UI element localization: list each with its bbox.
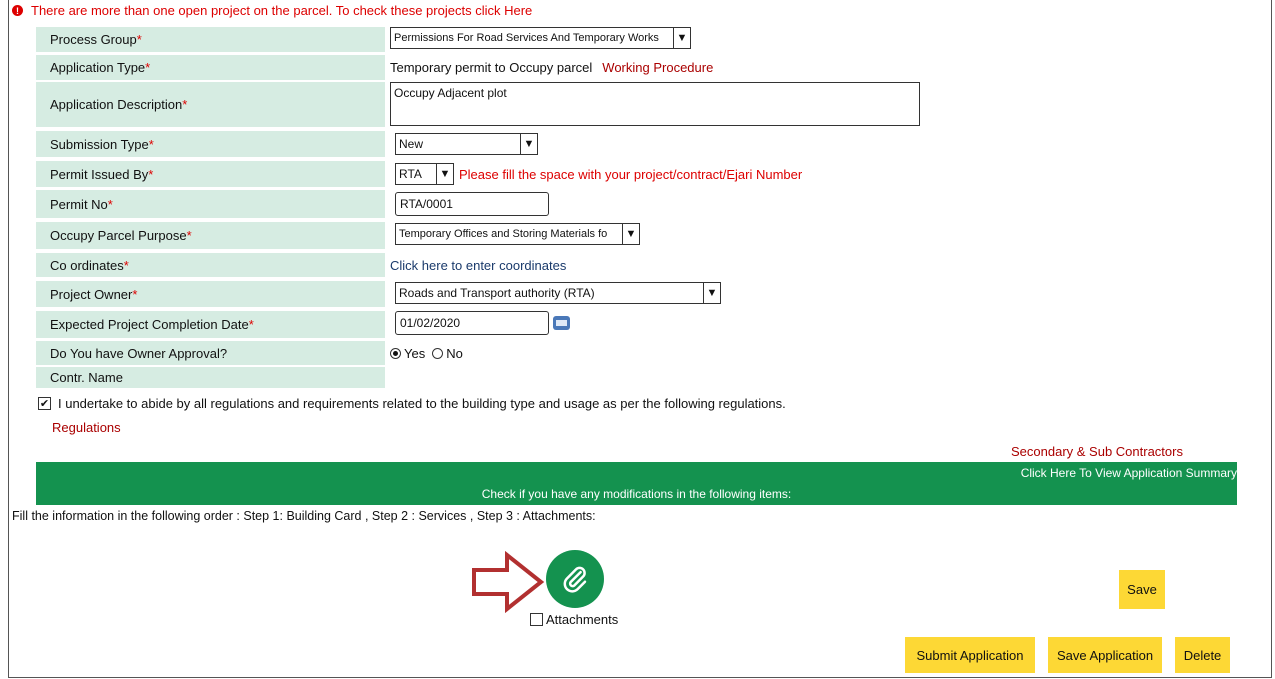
attachments-button[interactable] bbox=[546, 550, 604, 608]
save-button[interactable]: Save bbox=[1119, 570, 1165, 609]
chevron-down-icon: ▼ bbox=[436, 164, 453, 184]
radio-yes[interactable] bbox=[390, 347, 401, 359]
label-owner-approval: Do You have Owner Approval? bbox=[36, 341, 385, 365]
process-group-select[interactable]: Permissions For Road Services And Tempor… bbox=[390, 27, 691, 49]
coordinates-link[interactable]: Click here to enter coordinates bbox=[390, 253, 566, 277]
label-permit-no: Permit No * bbox=[36, 190, 385, 218]
completion-date-input[interactable]: 01/02/2020 bbox=[395, 311, 549, 335]
calendar-icon[interactable] bbox=[553, 316, 570, 330]
modifications-text: Check if you have any modifications in t… bbox=[481, 487, 792, 501]
permit-issued-by-select[interactable]: RTA ▼ bbox=[395, 163, 454, 185]
label-submission-type: Submission Type * bbox=[36, 131, 385, 157]
submission-type-select[interactable]: New ▼ bbox=[395, 133, 538, 155]
chevron-down-icon: ▼ bbox=[622, 224, 639, 244]
label-coordinates: Co ordinates * bbox=[36, 253, 385, 277]
regulations-link[interactable]: Regulations bbox=[52, 418, 121, 436]
label-application-type: Application Type * bbox=[36, 55, 385, 80]
chevron-down-icon: ▼ bbox=[673, 28, 690, 48]
application-type-value: Temporary permit to Occupy parcel Workin… bbox=[390, 60, 714, 75]
chevron-down-icon: ▼ bbox=[520, 134, 537, 154]
submit-application-button[interactable]: Submit Application bbox=[905, 637, 1035, 673]
owner-approval-radios: Yes No bbox=[390, 341, 463, 365]
arrow-right-icon bbox=[472, 551, 545, 613]
occupy-parcel-purpose-select[interactable]: Temporary Offices and Storing Materials … bbox=[395, 223, 640, 245]
application-summary-link[interactable]: Click Here To View Application Summary bbox=[1021, 466, 1237, 480]
save-application-button[interactable]: Save Application bbox=[1048, 637, 1162, 673]
alert-icon: ! bbox=[12, 5, 23, 16]
attachments-checkbox[interactable] bbox=[530, 612, 543, 626]
label-permit-issued-by: Permit Issued By * bbox=[36, 161, 385, 187]
secondary-contractors-link[interactable]: Secondary & Sub Contractors bbox=[1011, 442, 1183, 460]
modifications-bar: Click Here To View Application Summary C… bbox=[36, 462, 1237, 505]
radio-no[interactable] bbox=[432, 347, 444, 359]
working-procedure-link[interactable]: Working Procedure bbox=[602, 60, 713, 75]
warning-text[interactable]: There are more than one open project on … bbox=[31, 3, 532, 18]
label-process-group: Process Group * bbox=[36, 27, 385, 52]
permit-hint: Please fill the space with your project/… bbox=[459, 166, 803, 182]
label-project-owner: Project Owner * bbox=[36, 281, 385, 307]
attachments-row: Attachments bbox=[530, 611, 618, 627]
order-instructions: Fill the information in the following or… bbox=[12, 509, 596, 523]
project-owner-select[interactable]: Roads and Transport authority (RTA) ▼ bbox=[395, 282, 721, 304]
permit-no-input[interactable]: RTA/0001 bbox=[395, 192, 549, 216]
application-description-textarea[interactable]: Occupy Adjacent plot bbox=[390, 82, 920, 126]
label-occupy-parcel-purpose: Occupy Parcel Purpose * bbox=[36, 222, 385, 249]
paperclip-icon bbox=[563, 566, 587, 593]
label-completion-date: Expected Project Completion Date * bbox=[36, 311, 385, 338]
warning-message[interactable]: ! There are more than one open project o… bbox=[12, 3, 532, 18]
undertake-checkbox[interactable]: ✔ bbox=[38, 396, 51, 410]
label-application-description: Application Description * bbox=[36, 82, 385, 127]
delete-button[interactable]: Delete bbox=[1175, 637, 1230, 673]
label-contr-name: Contr. Name bbox=[36, 367, 385, 388]
undertake-row: ✔ I undertake to abide by all regulation… bbox=[38, 395, 786, 411]
chevron-down-icon: ▼ bbox=[703, 283, 720, 303]
